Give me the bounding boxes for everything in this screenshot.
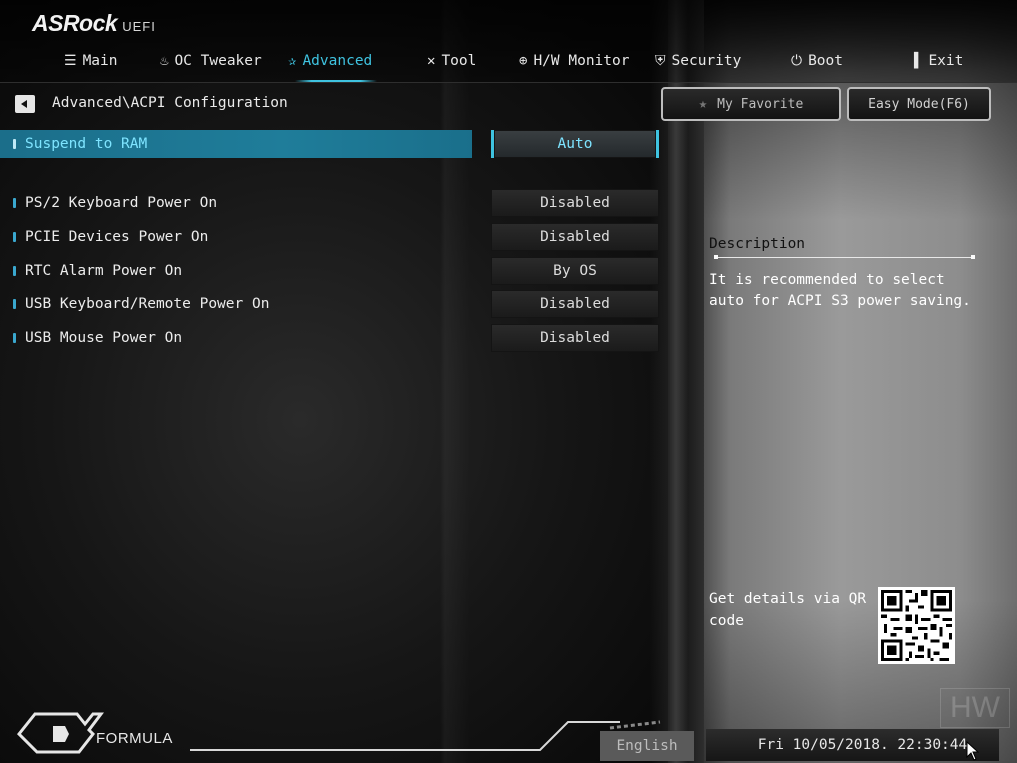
tab-advanced-label: Advanced — [302, 53, 373, 69]
asrock-logo: ASRock UEFI — [32, 10, 156, 37]
setting-label: PS/2 Keyboard Power On — [25, 195, 218, 211]
setting-value-usb-keyboard-remote-power-on[interactable]: Disabled — [491, 290, 659, 318]
back-button[interactable] — [15, 95, 35, 113]
my-favorite-label: My Favorite — [717, 96, 804, 112]
tab-exit[interactable]: ▌ Exit — [914, 46, 963, 76]
tab-main[interactable]: ☰ Main — [64, 46, 117, 76]
shield-icon: ⛨ — [655, 53, 666, 69]
tab-main-label: Main — [82, 53, 118, 69]
main-nav: ☰ Main ♨ OC Tweaker ✰ Advanced ✕ Tool ⊕ … — [0, 46, 1017, 76]
left-panel-background — [0, 0, 700, 763]
formula-label: FORMULA — [96, 730, 173, 747]
language-button[interactable]: English — [600, 731, 694, 761]
description-title: Description — [709, 236, 806, 252]
info-icon — [13, 266, 16, 276]
setting-label: USB Mouse Power On — [25, 330, 183, 346]
door-icon: ▌ — [914, 53, 923, 69]
tab-tool-label: Tool — [441, 53, 477, 69]
info-icon — [13, 333, 16, 343]
tab-security-label: Security — [671, 53, 742, 69]
description-text: It is recommended to select auto for ACP… — [709, 272, 971, 309]
tab-oc-tweaker[interactable]: ♨ OC Tweaker — [160, 46, 262, 76]
setting-label: PCIE Devices Power On — [25, 229, 209, 245]
target-icon: ⊕ — [519, 53, 528, 69]
star-icon: ✰ — [288, 53, 297, 69]
setting-value-suspend-to-ram[interactable]: Auto — [491, 130, 659, 158]
tab-oc-tweaker-label: OC Tweaker — [174, 53, 262, 69]
flame-icon: ♨ — [160, 53, 169, 69]
tab-boot-label: Boot — [808, 53, 843, 69]
setting-value-usb-mouse-power-on[interactable]: Disabled — [491, 324, 659, 352]
setting-label: Suspend to RAM — [25, 136, 148, 152]
setting-row-usb-keyboard-remote-power-on[interactable]: USB Keyboard/Remote Power On — [0, 290, 472, 318]
nav-divider — [0, 82, 1017, 83]
setting-row-rtc-alarm-power-on[interactable]: RTC Alarm Power On — [0, 257, 472, 285]
breadcrumb: Advanced\ACPI Configuration — [52, 95, 288, 111]
description-divider — [714, 255, 975, 259]
setting-row-ps2-keyboard-power-on[interactable]: PS/2 Keyboard Power On — [0, 189, 472, 217]
tab-hw-monitor-label: H/W Monitor — [533, 53, 630, 69]
datetime-display: Fri 10/05/2018. 22:30:44 — [706, 729, 999, 761]
easy-mode-label: Easy Mode(F6) — [868, 96, 970, 112]
brand-name: ASRock — [32, 10, 118, 36]
mouse-cursor-icon — [966, 741, 980, 761]
my-favorite-button[interactable]: ★ My Favorite — [661, 87, 841, 121]
tab-exit-label: Exit — [928, 53, 964, 69]
setting-row-pcie-devices-power-on[interactable]: PCIE Devices Power On — [0, 223, 472, 251]
setting-row-usb-mouse-power-on[interactable]: USB Mouse Power On — [0, 324, 472, 352]
info-icon — [13, 232, 16, 242]
info-icon — [13, 139, 16, 149]
setting-label: RTC Alarm Power On — [25, 263, 183, 279]
setting-row-suspend-to-ram[interactable]: Suspend to RAM — [0, 130, 472, 158]
info-icon — [13, 299, 16, 309]
tools-icon: ✕ — [427, 53, 436, 69]
tab-hw-monitor[interactable]: ⊕ H/W Monitor — [519, 46, 629, 76]
easy-mode-button[interactable]: Easy Mode(F6) — [847, 87, 991, 121]
watermark-logo: HW — [940, 688, 1010, 728]
setting-value-rtc-alarm-power-on[interactable]: By OS — [491, 257, 659, 285]
info-icon — [13, 198, 16, 208]
tab-security[interactable]: ⛨ Security — [655, 46, 741, 76]
setting-value-ps2-keyboard-power-on[interactable]: Disabled — [491, 189, 659, 217]
star-icon: ★ — [698, 96, 708, 112]
power-icon: ⏻ — [791, 53, 803, 69]
brand-sub: UEFI — [122, 19, 156, 34]
tab-boot[interactable]: ⏻ Boot — [791, 46, 843, 76]
qr-label: Get details via QR code — [709, 591, 867, 629]
setting-value-pcie-devices-power-on[interactable]: Disabled — [491, 223, 659, 251]
tab-advanced[interactable]: ✰ Advanced — [288, 46, 372, 76]
setting-label: USB Keyboard/Remote Power On — [25, 296, 270, 312]
qr-code — [878, 587, 955, 664]
list-icon: ☰ — [64, 53, 77, 69]
tab-tool[interactable]: ✕ Tool — [427, 46, 476, 76]
